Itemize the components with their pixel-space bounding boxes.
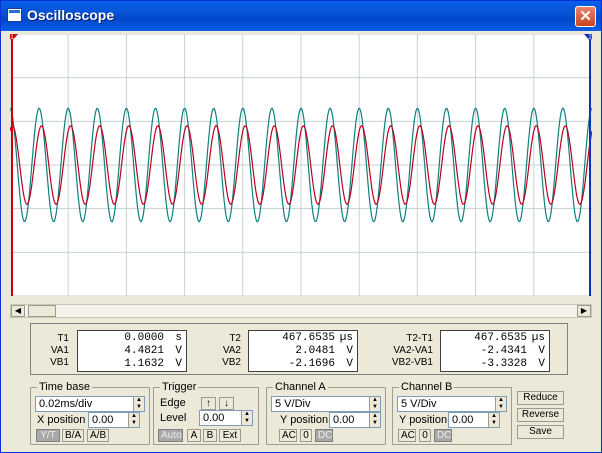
close-icon[interactable]: ✕ xyxy=(575,6,596,27)
vb1-unit: V xyxy=(175,358,182,370)
channel-a-title: Channel A xyxy=(273,381,328,393)
label-vb1: VB1 xyxy=(50,357,69,368)
channel-a-ac-button[interactable]: AC xyxy=(279,429,297,442)
channel-b-ypos-field[interactable]: 0.00 ▲ ▼ xyxy=(448,412,500,428)
va2-value: 2.0481 xyxy=(295,345,335,357)
cursor2-readout: 467.6535 µs 2.0481 V -2.1696 V xyxy=(248,330,358,372)
horizontal-scrollbar[interactable]: ◀ ▶ xyxy=(10,304,592,318)
window-title: Oscilloscope xyxy=(27,7,115,23)
timebase-xpos-field[interactable]: 0.00 ▲ ▼ xyxy=(88,412,140,428)
trigger-ext-button[interactable]: Ext xyxy=(219,429,241,442)
reverse-button[interactable]: Reverse xyxy=(517,408,564,422)
channel-b-ac-button[interactable]: AC xyxy=(398,429,416,442)
label-va1: VA1 xyxy=(50,345,69,356)
window-icon xyxy=(7,8,22,22)
channel-a-scale-value: 5 V/Div xyxy=(275,398,311,410)
timebase-group: Time base 0.02ms/div ▲ ▼ X position 0.00 ▲ ▼… xyxy=(30,381,150,445)
timebase-scale-value: 0.02ms/div xyxy=(39,398,93,410)
label-va2: VA2 xyxy=(222,345,241,356)
label-t1: T1 xyxy=(57,333,69,344)
cursor-t2-label: 2 xyxy=(588,35,592,41)
channel-a-ypos-spinner-icon[interactable]: ▲ ▼ xyxy=(369,413,380,427)
channel-b-scale-value: 5 V/Div xyxy=(401,398,437,410)
channel-b-group: Channel B 5 V/Div ▲ ▼ Y position 0.00 ▲ ▼ AC… xyxy=(392,381,512,445)
channel-a-zero-button[interactable]: 0 xyxy=(300,429,312,442)
trigger-level-label: Level xyxy=(160,412,187,424)
label-t2: T2 xyxy=(229,333,241,344)
trigger-b-button[interactable]: B xyxy=(203,429,217,442)
channel-b-title: Channel B xyxy=(399,381,455,393)
label-t2-t1: T2-T1 xyxy=(406,333,433,344)
scope-screen: 1 2 xyxy=(10,34,592,296)
vb1-value: 1.1632 xyxy=(124,358,164,370)
dvb-value: -3.3328 xyxy=(480,358,527,370)
t1-unit: s xyxy=(175,332,182,344)
channel-b-ypos-value: 0.00 xyxy=(452,414,474,426)
trigger-auto-button[interactable]: Auto xyxy=(158,429,183,442)
measurement-panel: T1 VA1 VB1 0.0000 s 4.4821 V 1.1632 V T2 VA… xyxy=(30,323,568,375)
channel-a-group: Channel A 5 V/Div ▲ ▼ Y position 0.00 ▲ ▼ AC… xyxy=(266,381,386,445)
label-va2-va1: VA2-VA1 xyxy=(393,345,433,356)
dt-value: 467.6535 xyxy=(474,332,527,344)
t2-unit: µs xyxy=(339,332,353,344)
title-bar[interactable]: Oscilloscope ✕ xyxy=(1,1,601,31)
va2-unit: V xyxy=(346,345,353,357)
channel-b-dc-button[interactable]: DC xyxy=(434,429,452,442)
vb2-unit: V xyxy=(346,358,353,370)
label-vb2: VB2 xyxy=(222,357,241,368)
t2-value: 467.6535 xyxy=(282,332,335,344)
trigger-edge-label: Edge xyxy=(160,397,186,409)
yt-mode-button[interactable]: Y/T xyxy=(36,429,60,442)
timebase-xpos-label: X position xyxy=(37,414,86,426)
scroll-left-icon[interactable]: ◀ xyxy=(11,305,25,317)
vb2-value: -2.1696 xyxy=(288,358,335,370)
timebase-scale-field[interactable]: 0.02ms/div ▲ ▼ xyxy=(35,396,145,412)
save-button[interactable]: Save xyxy=(517,425,564,439)
trigger-level-field[interactable]: 0.00 ▲ ▼ xyxy=(199,410,253,426)
channel-b-ypos-label: Y position xyxy=(399,414,448,426)
channel-b-zero-button[interactable]: 0 xyxy=(419,429,431,442)
channel-b-scale-field[interactable]: 5 V/Div ▲ ▼ xyxy=(397,396,507,412)
channel-b-ypos-spinner-icon[interactable]: ▲ ▼ xyxy=(488,413,499,427)
trigger-level-value: 0.00 xyxy=(203,412,225,424)
channel-b-spinner-icon[interactable]: ▲ ▼ xyxy=(495,397,506,411)
dvb-unit: V xyxy=(538,358,545,370)
trigger-a-button[interactable]: A xyxy=(187,429,201,442)
channel-a-scale-field[interactable]: 5 V/Div ▲ ▼ xyxy=(271,396,381,412)
channel-a-ypos-field[interactable]: 0.00 ▲ ▼ xyxy=(329,412,381,428)
xpos-spinner-icon[interactable]: ▲ ▼ xyxy=(128,413,139,427)
dva-unit: V xyxy=(538,345,545,357)
timebase-title: Time base xyxy=(37,381,92,393)
scroll-thumb[interactable] xyxy=(28,305,56,317)
t1-value: 0.0000 xyxy=(124,332,164,344)
label-vb2-vb1: VB2-VB1 xyxy=(391,357,433,368)
timebase-xpos-value: 0.00 xyxy=(92,414,114,426)
channel-a-dc-button[interactable]: DC xyxy=(315,429,333,442)
level-spinner-icon[interactable]: ▲ ▼ xyxy=(241,411,252,425)
ba-mode-button[interactable]: B/A xyxy=(62,429,84,442)
channel-a-ypos-label: Y position xyxy=(280,414,329,426)
falling-edge-icon[interactable]: ↓ xyxy=(219,397,234,410)
trigger-group: Trigger Edge ↑ ↓ Level 0.00 ▲ ▼ Auto A B E… xyxy=(153,381,259,445)
timebase-spinner-icon[interactable]: ▲ ▼ xyxy=(133,397,144,411)
channel-a-ypos-value: 0.00 xyxy=(333,414,355,426)
va1-value: 4.4821 xyxy=(124,345,164,357)
cursor1-readout: 0.0000 s 4.4821 V 1.1632 V xyxy=(77,330,187,372)
reduce-button[interactable]: Reduce xyxy=(517,391,564,405)
scroll-right-icon[interactable]: ▶ xyxy=(577,305,591,317)
va1-unit: V xyxy=(175,345,182,357)
rising-edge-icon[interactable]: ↑ xyxy=(201,397,216,410)
dva-value: -2.4341 xyxy=(480,345,527,357)
channel-a-spinner-icon[interactable]: ▲ ▼ xyxy=(369,397,380,411)
dt-unit: µs xyxy=(531,332,545,344)
delta-readout: 467.6535 µs -2.4341 V -3.3328 V xyxy=(440,330,550,372)
trigger-title: Trigger xyxy=(160,381,199,393)
ab-mode-button[interactable]: A/B xyxy=(87,429,109,442)
